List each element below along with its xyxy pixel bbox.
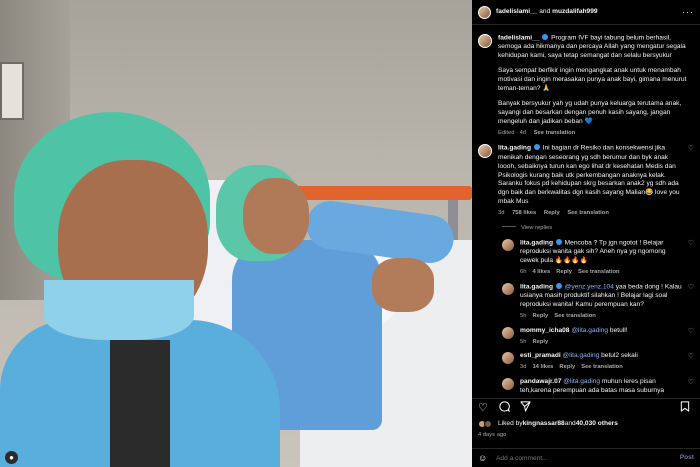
tagged-users-icon[interactable]: ● bbox=[5, 451, 18, 464]
reply-username[interactable]: mommy_icha08 bbox=[520, 327, 569, 334]
reply-username[interactable]: lita.gading bbox=[520, 283, 553, 290]
reply-mention[interactable]: @lita.gading bbox=[571, 327, 608, 334]
reply-avatar[interactable] bbox=[502, 282, 514, 295]
man-mask bbox=[44, 280, 194, 340]
comment-like-icon[interactable]: ♡ bbox=[684, 144, 694, 218]
hands bbox=[372, 258, 434, 312]
reply-like-icon[interactable]: ♡ bbox=[684, 283, 694, 321]
liker-avatar bbox=[484, 420, 492, 429]
reply-text: betul2 sekali bbox=[599, 352, 638, 360]
heart-icon[interactable]: ♡ bbox=[478, 401, 492, 416]
likes-summary[interactable]: Liked by kingnassar88 and 40,030 others bbox=[478, 420, 694, 429]
reply: lita.gading @yenz.yenz.104 yaa beda dong… bbox=[472, 277, 700, 321]
wall-frame bbox=[0, 62, 24, 120]
emoji-icon[interactable]: ☺ bbox=[478, 452, 490, 464]
reply-like-icon[interactable]: ♡ bbox=[684, 378, 694, 394]
comment-avatar[interactable] bbox=[478, 144, 492, 159]
man-shirt bbox=[110, 340, 170, 467]
view-replies-label: View replies bbox=[521, 224, 553, 231]
comment-reply-button[interactable]: Reply bbox=[544, 210, 560, 216]
liker-username[interactable]: kingnassar88 bbox=[523, 420, 565, 429]
coauthor-username[interactable]: muzdalifah999 bbox=[552, 8, 597, 15]
reply-username[interactable]: pandawajr.07 bbox=[520, 378, 561, 385]
reply-like-icon[interactable]: ♡ bbox=[684, 352, 694, 372]
verified-icon bbox=[555, 282, 562, 289]
reply: esti_pramadi @lita.gading betul2 sekali … bbox=[472, 346, 700, 372]
caption-avatar[interactable] bbox=[478, 34, 492, 48]
comment-likes[interactable]: 758 likes bbox=[512, 210, 536, 216]
reply: pandawajr.07 @lita.gading muhun leres pi… bbox=[472, 372, 700, 394]
comment-see-translation[interactable]: See translation bbox=[567, 210, 609, 216]
reply-username[interactable]: esti_pramadi bbox=[520, 352, 561, 359]
likes-count[interactable]: 40,030 others bbox=[576, 420, 618, 429]
reply-likes[interactable]: 4 likes bbox=[532, 269, 550, 275]
reply-avatar[interactable] bbox=[502, 352, 514, 365]
reply-see-translation[interactable]: See translation bbox=[581, 364, 623, 370]
likes-prefix: Liked by bbox=[498, 420, 523, 427]
comment-text: Ini bagian dr Resiko dan konsekwensi jik… bbox=[498, 144, 680, 206]
verified-icon bbox=[555, 238, 562, 245]
reply-likes[interactable]: 14 likes bbox=[532, 364, 553, 370]
comment-username[interactable]: lita.gading bbox=[498, 145, 531, 152]
comments-scroll[interactable]: fadelislami__ Program IVF bayi tabung be… bbox=[472, 26, 700, 394]
bookmark-icon[interactable] bbox=[680, 400, 694, 417]
reply-reply-button[interactable]: Reply bbox=[532, 339, 548, 345]
caption-username[interactable]: fadelislami__ bbox=[498, 35, 539, 42]
reply-reply-button[interactable]: Reply bbox=[532, 313, 548, 319]
reply-text: betull! bbox=[608, 326, 628, 334]
reply-reply-button[interactable]: Reply bbox=[559, 364, 575, 370]
reply-like-icon[interactable]: ♡ bbox=[684, 239, 694, 277]
comment-input[interactable] bbox=[496, 454, 680, 462]
caption: fadelislami__ Program IVF bayi tabung be… bbox=[472, 26, 700, 137]
reply-username[interactable]: lita.gading bbox=[520, 239, 553, 246]
likers-avatars bbox=[478, 420, 494, 429]
reply-see-translation[interactable]: See translation bbox=[578, 269, 620, 275]
caption-edited-time: Edited · 4d bbox=[498, 129, 527, 136]
reply-mention[interactable]: @yenz.yenz.104 bbox=[565, 283, 614, 290]
reply-mention[interactable]: @lita.gading bbox=[563, 378, 600, 385]
reply-mention[interactable]: @lita.gading bbox=[563, 352, 600, 359]
comments-panel: fadelislami__ and muzdalifah999 ··· fade… bbox=[472, 0, 700, 467]
reply-avatar[interactable] bbox=[502, 326, 514, 339]
post-header: fadelislami__ and muzdalifah999 ··· bbox=[472, 0, 700, 25]
post-photo[interactable]: ● bbox=[0, 0, 472, 467]
reply-avatar[interactable] bbox=[502, 238, 514, 251]
reply-reply-button[interactable]: Reply bbox=[556, 269, 572, 275]
post-button[interactable]: Post bbox=[680, 454, 694, 463]
reply-time: 6h bbox=[520, 268, 527, 275]
author-username[interactable]: fadelislami__ bbox=[496, 8, 537, 15]
caption-see-translation[interactable]: See translation bbox=[534, 130, 576, 136]
reply: lita.gading Mencoba ? Tp jgn ngotot ! Be… bbox=[472, 233, 700, 277]
reply-avatar[interactable] bbox=[502, 378, 514, 391]
post-authors: fadelislami__ and muzdalifah999 bbox=[496, 8, 598, 17]
reply-see-translation[interactable]: See translation bbox=[554, 313, 596, 319]
comment-time: 3d bbox=[498, 210, 505, 217]
action-bar: ♡ bbox=[472, 398, 700, 418]
share-icon[interactable] bbox=[520, 400, 534, 417]
divider bbox=[502, 225, 516, 227]
reply-time: 5h bbox=[520, 312, 527, 319]
add-comment-bar: ☺ Post bbox=[472, 448, 700, 467]
reply-time: 3d bbox=[520, 364, 527, 371]
post-date: 4 days ago bbox=[478, 432, 507, 438]
caption-paragraph-3: Banyak bersyukur yah yg udah punya kelua… bbox=[498, 99, 682, 125]
author-avatar[interactable] bbox=[478, 5, 491, 19]
verified-icon bbox=[533, 144, 540, 151]
caption-paragraph-2: Saya sempat berfikir ingin mengangkat an… bbox=[498, 67, 687, 92]
authors-conjunction: and bbox=[537, 7, 553, 15]
reply: mommy_icha08 @lita.gading betull! 5h Repl… bbox=[472, 321, 700, 347]
comment-icon[interactable] bbox=[499, 400, 513, 417]
comment: lita.gading Ini bagian dr Resiko dan kon… bbox=[472, 137, 700, 218]
reply-like-icon[interactable]: ♡ bbox=[684, 327, 694, 347]
likes-conjunction: and bbox=[564, 420, 576, 427]
reply-time: 5h bbox=[520, 338, 527, 345]
verified-icon bbox=[542, 34, 549, 40]
woman-face bbox=[243, 178, 309, 254]
more-icon[interactable]: ··· bbox=[682, 6, 694, 18]
view-replies-button[interactable]: View replies bbox=[472, 218, 700, 233]
